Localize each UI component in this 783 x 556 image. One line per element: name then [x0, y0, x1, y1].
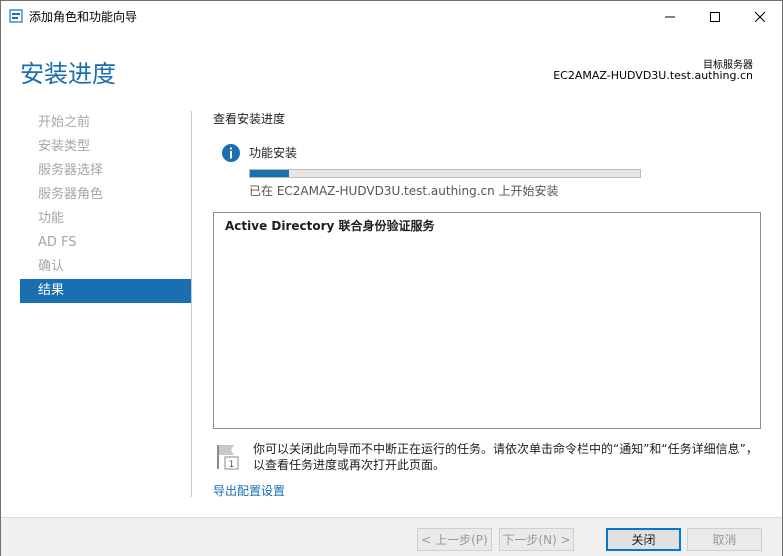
previous-button[interactable]: < 上一步(P): [417, 528, 492, 551]
target-server-name: EC2AMAZ-HUDVD3U.test.authing.cn: [553, 69, 753, 82]
status-title: 功能安装: [249, 146, 298, 160]
notification-flag-icon: 1: [217, 445, 239, 470]
nav-item-results[interactable]: 结果: [20, 279, 191, 303]
button-bar: < 上一步(P) 下一步(N) > 关闭 取消: [1, 517, 782, 556]
next-button[interactable]: 下一步(N) >: [499, 528, 574, 551]
close-window-button[interactable]: [737, 1, 782, 32]
maximize-button[interactable]: [692, 1, 737, 32]
nav-item-features: 功能: [38, 211, 65, 226]
close-icon: [754, 11, 765, 22]
nav-item-before-you-begin: 开始之前: [38, 115, 91, 130]
title-bar[interactable]: 添加角色和功能向导: [1, 1, 782, 32]
wizard-window: 添加角色和功能向导 安装进度 目标服务器 EC2AMAZ-HUDVD3U.tes…: [0, 0, 783, 556]
list-item: Active Directory 联合身份验证服务: [225, 219, 435, 233]
info-icon: [222, 144, 240, 162]
nav-item-server-selection: 服务器选择: [38, 163, 104, 178]
nav-item-confirmation: 确认: [38, 259, 65, 274]
server-manager-icon: [9, 9, 23, 23]
page-title: 安装进度: [20, 60, 116, 88]
wizard-nav: 开始之前 安装类型 服务器选择 服务器角色 功能 AD FS 确认 结果: [20, 111, 191, 303]
maximize-icon: [709, 11, 720, 22]
background-task-note: 你可以关闭此向导而不中断正在运行的任务。请依次单击命令栏中的“通知”和“任务详细…: [253, 442, 758, 472]
progress-bar: [249, 169, 641, 178]
cancel-button[interactable]: 取消: [687, 528, 762, 551]
export-config-link[interactable]: 导出配置设置: [213, 482, 285, 499]
progress-fill: [250, 170, 289, 177]
section-heading: 查看安装进度: [213, 112, 286, 126]
results-list[interactable]: Active Directory 联合身份验证服务: [213, 212, 761, 429]
minimize-icon: [664, 16, 675, 17]
progress-text: 已在 EC2AMAZ-HUDVD3U.test.authing.cn 上开始安装: [249, 184, 559, 198]
nav-item-installation-type: 安装类型: [38, 139, 91, 154]
window-title: 添加角色和功能向导: [29, 10, 138, 24]
svg-text:1: 1: [229, 460, 235, 470]
minimize-button[interactable]: [647, 1, 692, 32]
nav-item-server-roles: 服务器角色: [38, 187, 104, 202]
close-button[interactable]: 关闭: [606, 528, 681, 551]
nav-item-ad-fs: AD FS: [38, 235, 77, 250]
nav-divider: [191, 111, 192, 497]
